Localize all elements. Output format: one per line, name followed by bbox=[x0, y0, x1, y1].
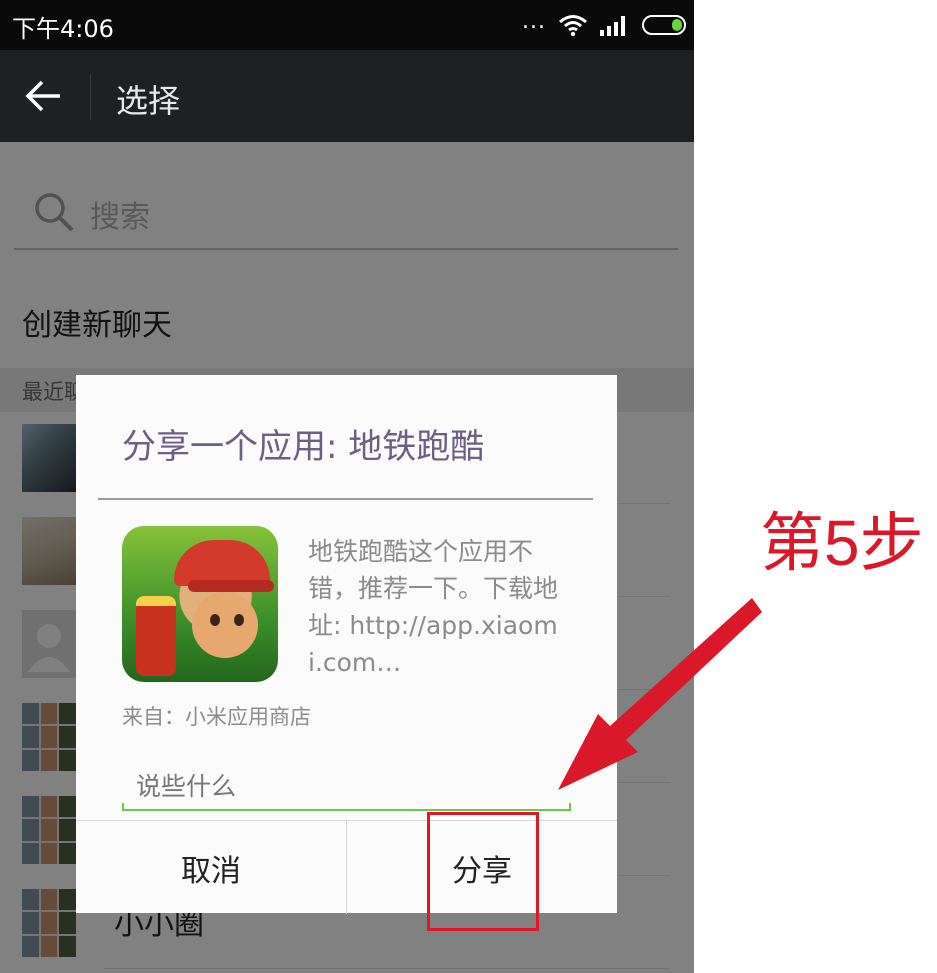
app-icon-subway-surfers bbox=[122, 526, 278, 682]
phone-screen: 下午4:06 ... 选择 搜索 创建新聊天 最近聊天 小小圈 分享一个应用: … bbox=[0, 0, 694, 973]
annotation-arrow bbox=[558, 598, 762, 790]
status-icons: ... bbox=[522, 10, 686, 40]
comment-input[interactable]: 说些什么 bbox=[122, 755, 571, 811]
share-source: 来自：小米应用商店 bbox=[122, 705, 311, 729]
action-bar: 选择 bbox=[0, 50, 694, 142]
comment-underline bbox=[122, 809, 571, 811]
status-time: 下午4:06 bbox=[12, 15, 114, 43]
action-bar-divider bbox=[90, 74, 91, 120]
comment-placeholder: 说些什么 bbox=[136, 772, 237, 801]
signal-icon bbox=[600, 16, 625, 36]
battery-icon bbox=[642, 15, 686, 35]
more-dots-icon: ... bbox=[522, 9, 546, 34]
page-title: 选择 bbox=[116, 82, 181, 120]
status-bar: 下午4:06 ... bbox=[0, 0, 694, 50]
cancel-button[interactable]: 取消 bbox=[76, 821, 346, 914]
dialog-title: 分享一个应用: 地铁跑酷 bbox=[122, 427, 485, 467]
share-button-highlight bbox=[427, 812, 539, 931]
wifi-icon bbox=[559, 15, 587, 37]
dialog-title-divider bbox=[98, 498, 593, 500]
step-label: 第5步 bbox=[760, 507, 924, 579]
back-arrow-icon[interactable] bbox=[22, 76, 66, 116]
share-description: 地铁跑酷这个应用不错，推荐一下。下载地址: http://app.xiaomi.… bbox=[308, 537, 559, 677]
